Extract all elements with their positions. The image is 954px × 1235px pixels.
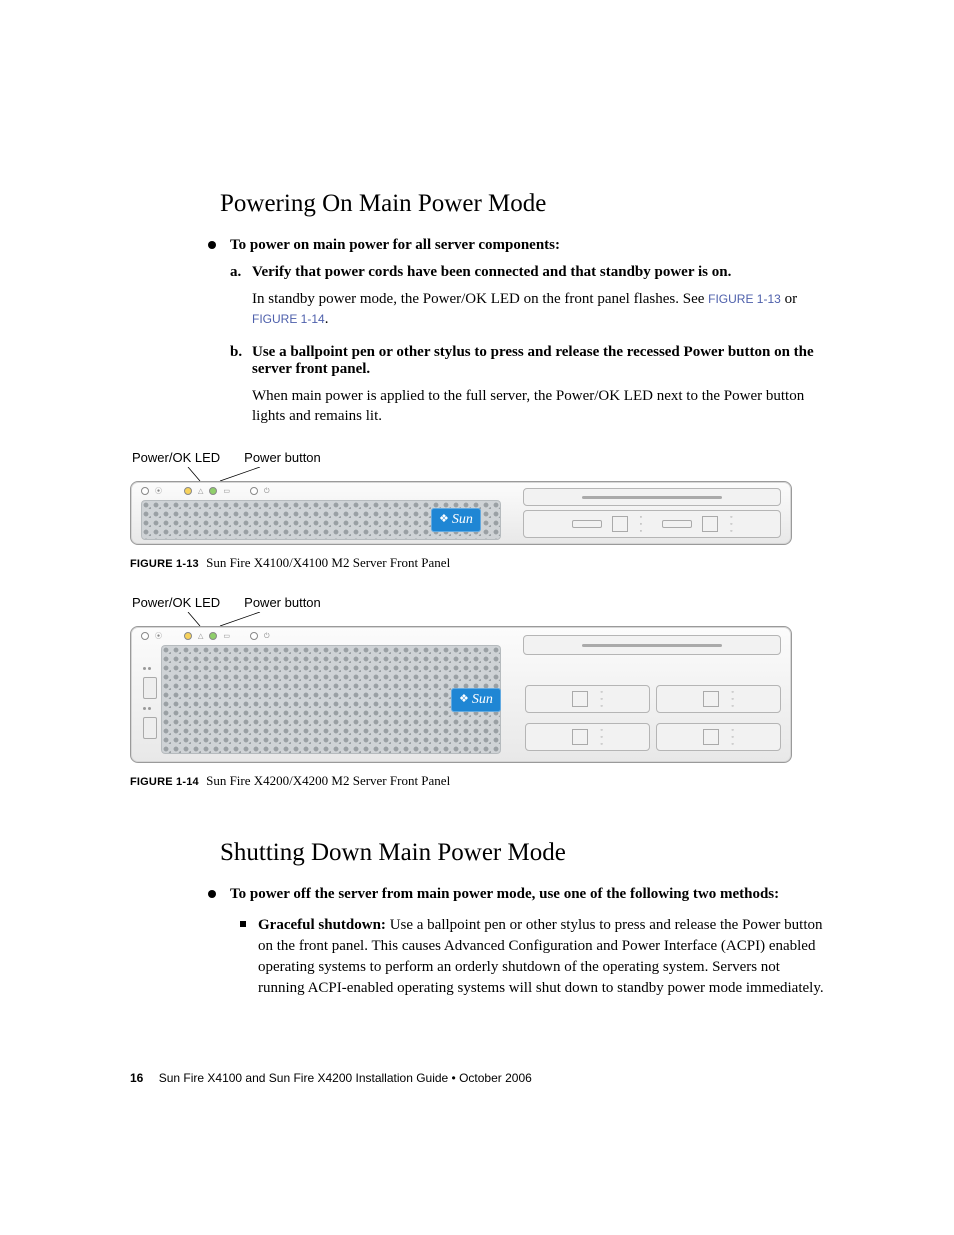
ventilation-grille: Sun xyxy=(141,500,501,540)
led-strip: ⦿ △ ▭ ⏻ xyxy=(141,631,270,641)
hard-drive-row: ◦◦◦ ◦◦◦ xyxy=(525,685,781,713)
power-ok-led-icon xyxy=(209,487,217,495)
figure-caption-text: Sun Fire X4200/X4200 M2 Server Front Pan… xyxy=(206,773,450,788)
method-label: Graceful shutdown: xyxy=(258,917,386,933)
optical-drive-bay xyxy=(523,635,781,655)
ventilation-grille: Sun xyxy=(161,645,501,754)
shutdown-lead: To power off the server from main power … xyxy=(230,886,779,902)
figure-callouts: Power/OK LED Power button xyxy=(130,450,824,465)
hard-drive-bay: ◦◦◦ xyxy=(656,723,781,751)
power-button-icon xyxy=(250,487,258,495)
figure-xref[interactable]: FIGURE 1-13 xyxy=(708,292,781,306)
hard-drive-bay: ◦◦◦ xyxy=(656,685,781,713)
hard-drive-bay: ◦◦◦ ◦◦◦ xyxy=(523,510,781,538)
step-marker: a. xyxy=(230,264,241,281)
figure-label: FIGURE 1-14 xyxy=(130,776,199,788)
document-page: Powering On Main Power Mode To power on … xyxy=(0,0,954,1235)
fault-led-icon xyxy=(184,632,192,640)
intro-bullet: To power on main power for all server co… xyxy=(208,236,824,254)
figure-callouts: Power/OK LED Power button xyxy=(130,595,824,610)
server-front-panel-x4200: ⦿ △ ▭ ⏻ Sun ◦◦◦ ◦◦◦ ◦◦◦ ◦◦◦ xyxy=(130,626,792,763)
indicator-dots xyxy=(143,707,153,713)
shutdown-bullet-list: To power off the server from main power … xyxy=(208,885,824,903)
hard-drive-bay: ◦◦◦ xyxy=(525,723,650,751)
server-front-panel-x4100: ⦿ △ ▭ ⏻ Sun ◦◦◦ ◦◦◦ xyxy=(130,481,792,545)
indicator-dots xyxy=(143,667,153,673)
step-body-post: . xyxy=(325,311,329,327)
step-body: When main power is applied to the full s… xyxy=(252,386,824,427)
shutdown-bullet: To power off the server from main power … xyxy=(208,885,824,903)
led-icon: ▭ xyxy=(223,487,230,495)
page-footer: 16 Sun Fire X4100 and Sun Fire X4200 Ins… xyxy=(130,1071,532,1085)
methods-list: Graceful shutdown: Use a ballpoint pen o… xyxy=(240,915,824,999)
locate-led-icon xyxy=(141,487,149,495)
step-body: In standby power mode, the Power/OK LED … xyxy=(252,289,824,330)
power-button-icon xyxy=(250,632,258,640)
figure-caption: FIGURE 1-13 Sun Fire X4100/X4100 M2 Serv… xyxy=(130,555,824,571)
callout-leader-lines xyxy=(130,612,824,626)
led-icon: △ xyxy=(198,632,203,640)
led-icon: ⏻ xyxy=(264,487,270,496)
footer-text: Sun Fire X4100 and Sun Fire X4200 Instal… xyxy=(159,1071,532,1085)
callout-power-ok-led: Power/OK LED xyxy=(132,450,220,465)
led-icon: ⦿ xyxy=(155,631,162,641)
heading-power-on: Powering On Main Power Mode xyxy=(220,190,824,218)
step-heading: Verify that power cords have been connec… xyxy=(252,264,731,280)
power-ok-led-icon xyxy=(209,632,217,640)
intro-bullet-list: To power on main power for all server co… xyxy=(208,236,824,254)
step-b: b. Use a ballpoint pen or other stylus t… xyxy=(230,344,824,427)
led-icon: ▭ xyxy=(223,632,230,640)
led-icon: ⦿ xyxy=(155,486,162,496)
callout-leader-lines xyxy=(130,467,824,481)
step-a: a. Verify that power cords have been con… xyxy=(230,264,824,330)
figure-caption-text: Sun Fire X4100/X4100 M2 Server Front Pan… xyxy=(206,555,450,570)
step-body-text: In standby power mode, the Power/OK LED … xyxy=(252,291,708,307)
intro-text: To power on main power for all server co… xyxy=(230,237,560,253)
sun-logo-badge: Sun xyxy=(451,688,501,712)
sun-logo-badge: Sun xyxy=(431,508,481,532)
heading-shutdown: Shutting Down Main Power Mode xyxy=(220,839,824,867)
usb-port-icon xyxy=(143,677,157,699)
led-strip: ⦿ △ ▭ ⏻ xyxy=(141,486,270,496)
callout-power-button: Power button xyxy=(244,595,321,610)
callout-power-ok-led: Power/OK LED xyxy=(132,595,220,610)
figure-label: FIGURE 1-13 xyxy=(130,558,199,570)
fault-led-icon xyxy=(184,487,192,495)
step-body-mid: or xyxy=(785,291,798,307)
led-icon: △ xyxy=(198,487,203,495)
page-number: 16 xyxy=(130,1071,143,1085)
steps-list: a. Verify that power cords have been con… xyxy=(230,264,824,426)
step-heading: Use a ballpoint pen or other stylus to p… xyxy=(252,344,814,377)
method-graceful: Graceful shutdown: Use a ballpoint pen o… xyxy=(240,915,824,999)
step-marker: b. xyxy=(230,344,242,361)
usb-port-icon xyxy=(143,717,157,739)
optical-drive-bay xyxy=(523,488,781,506)
figure-xref[interactable]: FIGURE 1-14 xyxy=(252,312,325,326)
hard-drive-bay: ◦◦◦ xyxy=(525,685,650,713)
callout-power-button: Power button xyxy=(244,450,321,465)
figure-caption: FIGURE 1-14 Sun Fire X4200/X4200 M2 Serv… xyxy=(130,773,824,789)
led-icon: ⏻ xyxy=(264,632,270,641)
locate-led-icon xyxy=(141,632,149,640)
hard-drive-row: ◦◦◦ ◦◦◦ xyxy=(525,723,781,751)
